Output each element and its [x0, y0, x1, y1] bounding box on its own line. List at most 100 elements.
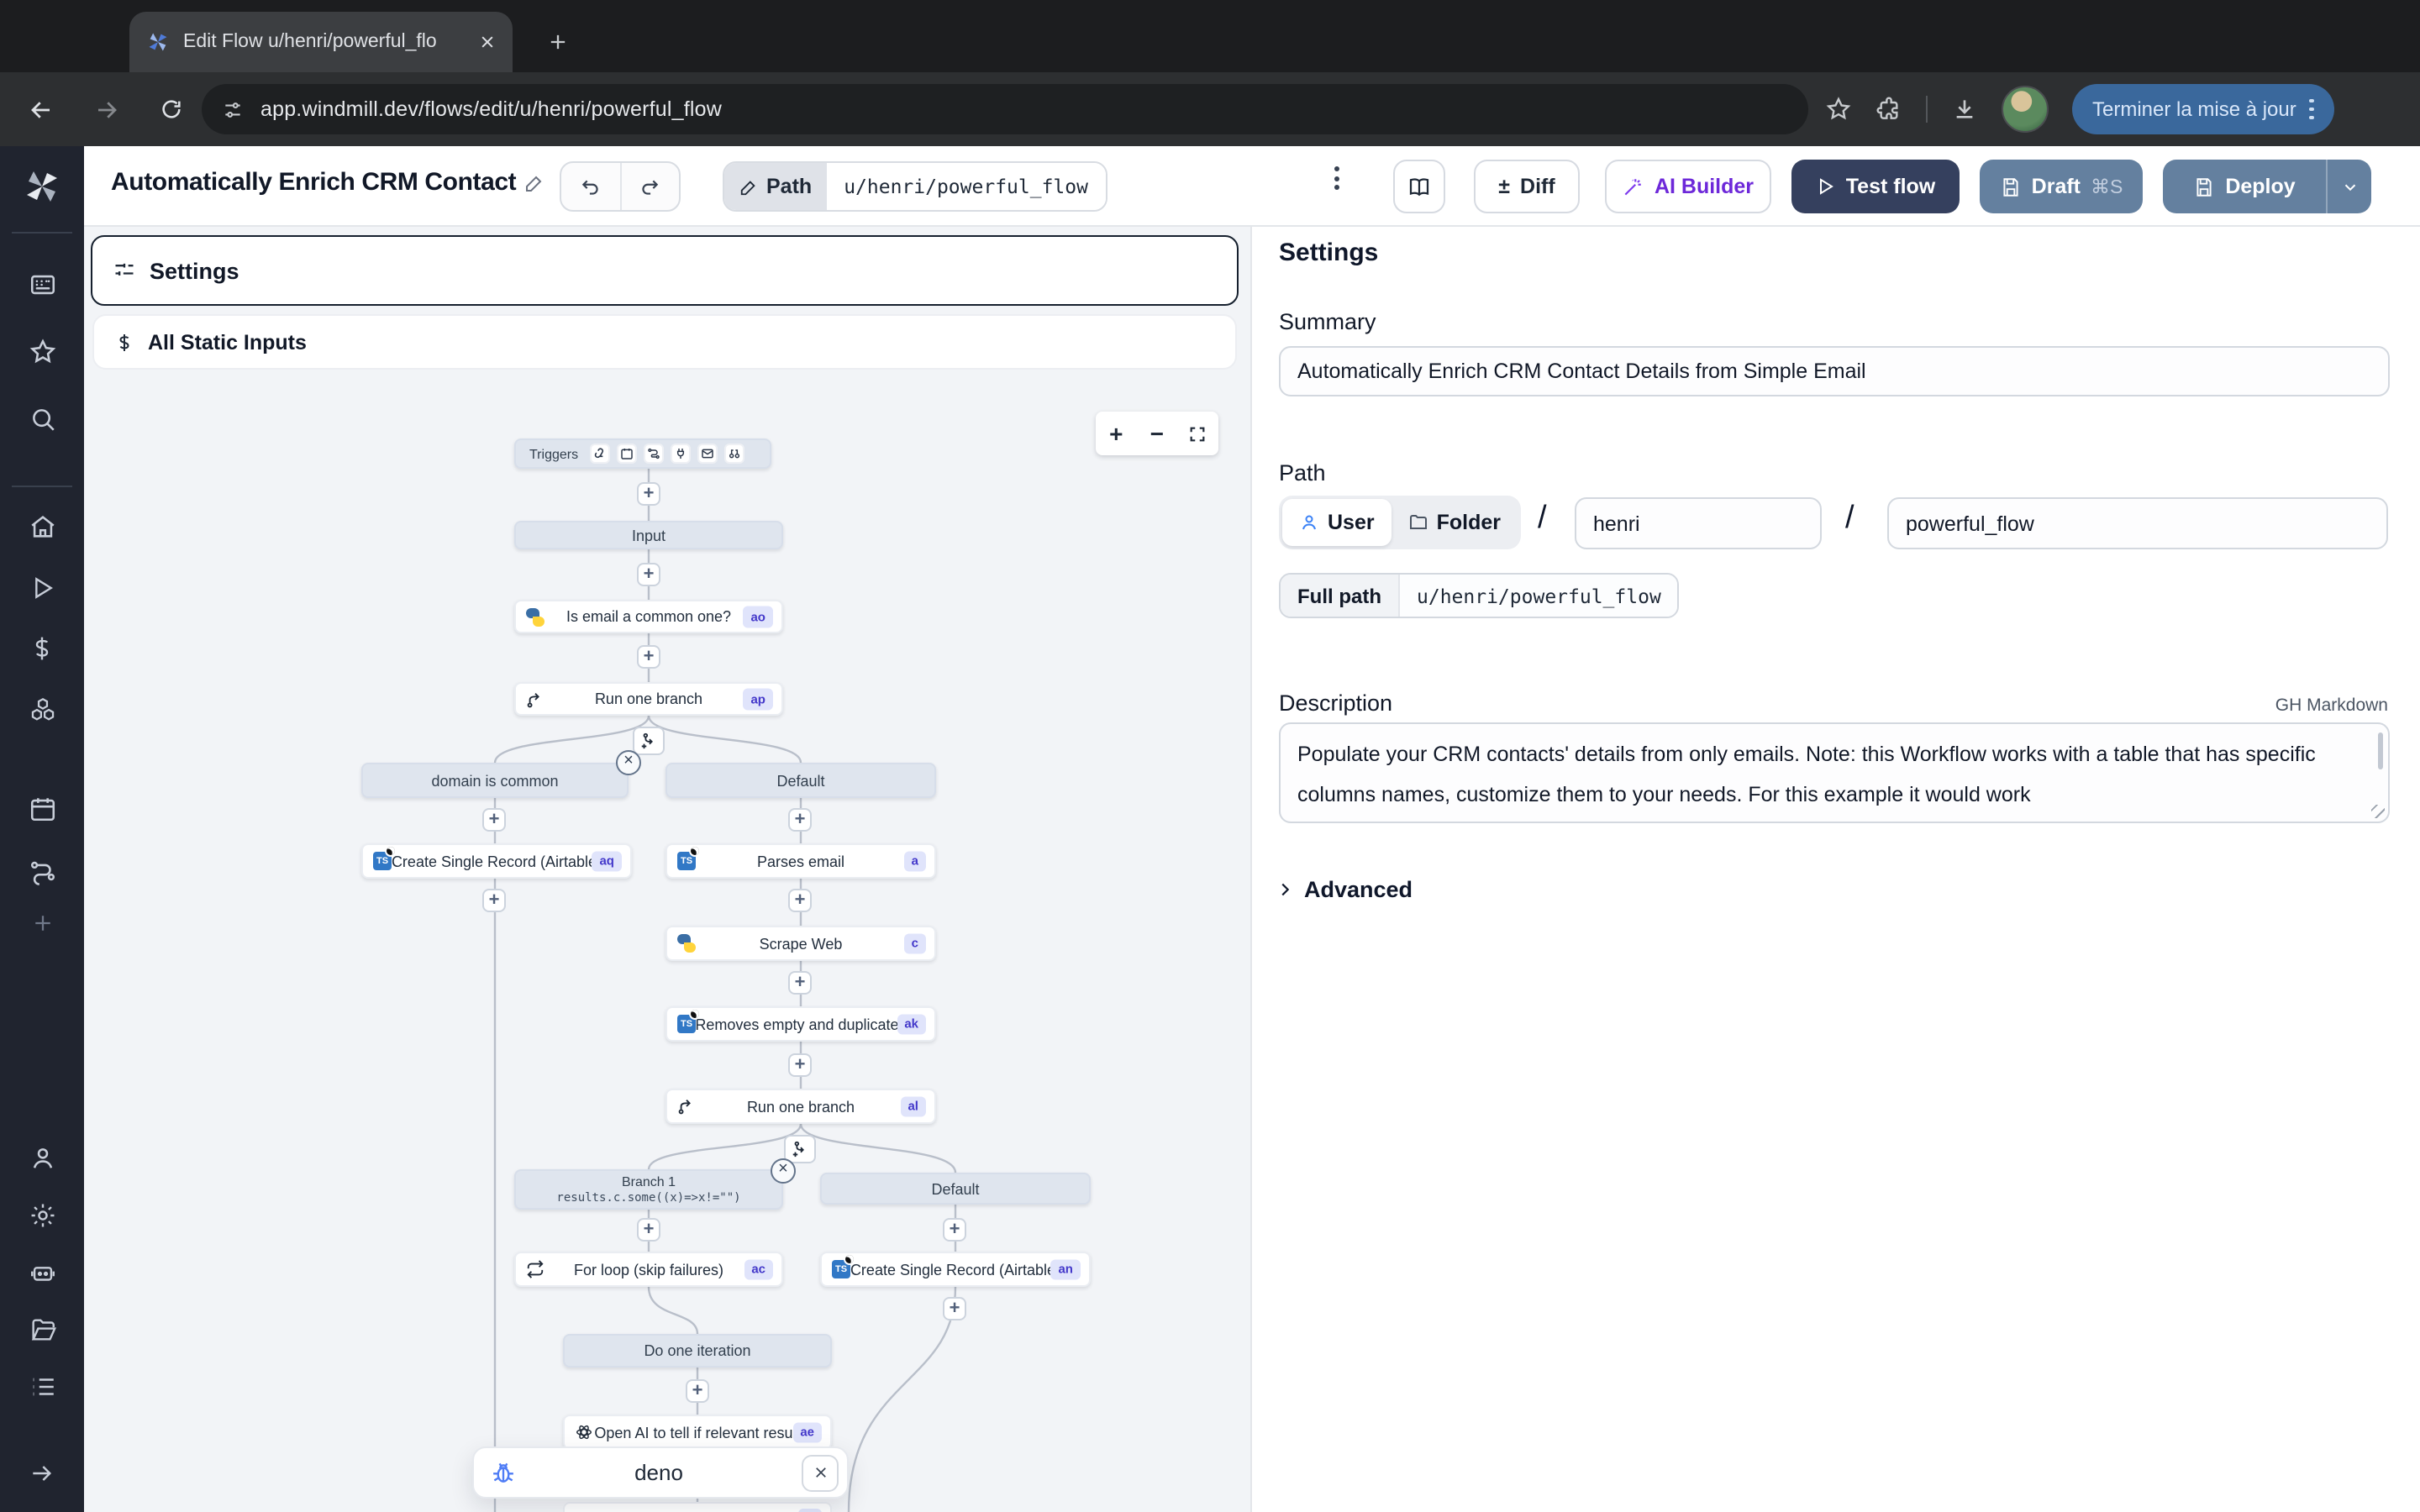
poll-icon[interactable] [724, 444, 744, 464]
resize-handle[interactable] [2371, 805, 2385, 818]
folder-icon [1408, 512, 1428, 533]
zoom-out-button[interactable]: − [1137, 412, 1178, 455]
reload-button[interactable] [146, 84, 197, 134]
fullscreen-button[interactable] [1177, 412, 1218, 455]
test-flow-button[interactable]: Test flow [1791, 160, 1960, 213]
tab-close-icon[interactable] [479, 34, 496, 50]
sidebar-item-logs[interactable] [24, 1368, 60, 1404]
flow-node-is-email-common[interactable]: Is email a common one? ao [514, 600, 783, 633]
folder-toggle-button[interactable]: Folder [1392, 499, 1518, 546]
flow-node-create-single-record-1[interactable]: Create Single Record (Airtable) aq [361, 843, 632, 879]
more-options-button[interactable] [1334, 166, 1339, 190]
owner-input[interactable]: henri [1575, 497, 1822, 549]
flow-node-removes-empty[interactable]: Removes empty and duplicates ak [666, 1006, 936, 1042]
webhook-icon[interactable] [590, 444, 610, 464]
flow-branch-default-2[interactable]: Default [820, 1173, 1091, 1205]
add-step-button[interactable] [482, 889, 506, 912]
add-step-button[interactable] [482, 808, 506, 832]
download-icon[interactable] [1951, 96, 1978, 123]
remove-branch-button[interactable] [616, 750, 641, 775]
add-step-button[interactable] [637, 645, 660, 669]
sidebar-item-runs[interactable] [24, 570, 60, 606]
add-step-button[interactable] [788, 1053, 812, 1077]
sidebar-item-add[interactable] [24, 904, 60, 941]
user-toggle-button[interactable]: User [1282, 499, 1392, 546]
sidebar-item-users[interactable] [24, 1139, 60, 1176]
sidebar-item-resources[interactable] [24, 690, 60, 727]
flow-title[interactable]: Automatically Enrich CRM Contact [111, 168, 544, 197]
flow-node-input[interactable]: Input [514, 521, 783, 549]
add-step-button[interactable] [788, 971, 812, 995]
add-step-button[interactable] [637, 563, 660, 586]
schedule-icon[interactable] [617, 444, 637, 464]
summary-input[interactable]: Automatically Enrich CRM Contact Details… [1279, 346, 2390, 396]
flow-name-input[interactable]: powerful_flow [1887, 497, 2388, 549]
add-step-button[interactable] [686, 1379, 709, 1403]
flow-node-partial[interactable] [563, 1502, 832, 1512]
flow-node-scrape-web[interactable]: Scrape Web c [666, 926, 936, 961]
sidebar-item-workers[interactable] [24, 1253, 60, 1290]
site-settings-icon[interactable] [222, 98, 244, 120]
url-bar[interactable]: app.windmill.dev/flows/edit/u/henri/powe… [202, 84, 1808, 134]
sidebar-item-favorites[interactable] [24, 333, 60, 370]
flow-node-triggers[interactable]: Triggers [514, 438, 771, 469]
add-step-button[interactable] [637, 482, 660, 506]
add-step-button[interactable] [788, 808, 812, 832]
flow-branch-domain-is-common[interactable]: domain is common [361, 763, 629, 798]
add-step-button[interactable] [943, 1218, 966, 1242]
sidebar-item-home[interactable] [24, 507, 60, 544]
flow-node-run-one-branch-2[interactable]: Run one branch al [666, 1089, 936, 1124]
scrollbar-thumb[interactable] [2377, 732, 2383, 769]
back-button[interactable] [15, 84, 66, 134]
sidebar-item-schedules[interactable] [24, 790, 60, 827]
windmill-logo[interactable] [22, 166, 62, 207]
flow-node-do-one-iteration[interactable]: Do one iteration [563, 1334, 832, 1368]
add-branch-button[interactable] [633, 727, 665, 755]
sidebar-item-folders[interactable] [24, 1310, 60, 1347]
new-tab-button[interactable] [538, 22, 578, 62]
path-chip[interactable]: Path u/henri/powerful_flow [723, 161, 1107, 212]
forward-button[interactable] [81, 84, 131, 134]
flow-branch-default-1[interactable]: Default [666, 763, 936, 798]
websocket-icon[interactable] [671, 444, 691, 464]
remove-branch-button[interactable] [771, 1158, 796, 1184]
email-icon[interactable] [697, 444, 718, 464]
flow-node-openai-relevance[interactable]: Open AI to tell if relevant result ae [563, 1415, 832, 1450]
browser-menu-icon[interactable] [2310, 99, 2314, 120]
flow-settings-tab[interactable]: Settings [91, 235, 1239, 306]
bookmark-star-icon[interactable] [1825, 96, 1852, 123]
flow-branch-1[interactable]: Branch 1 results.c.some((x)=>x!="") [514, 1169, 783, 1210]
deploy-dropdown-button[interactable] [2328, 177, 2371, 196]
description-textarea[interactable]: Populate your CRM contacts' details from… [1279, 722, 2390, 823]
profile-avatar[interactable] [2002, 86, 2049, 133]
docs-button[interactable] [1393, 160, 1445, 213]
sidebar-item-flows[interactable] [24, 852, 60, 889]
route-icon[interactable] [644, 444, 664, 464]
add-step-button[interactable] [637, 1218, 660, 1242]
undo-button[interactable] [561, 163, 619, 210]
sidebar-item-settings[interactable] [24, 1196, 60, 1233]
extensions-icon[interactable] [1876, 96, 1902, 123]
redo-button[interactable] [619, 163, 679, 210]
zoom-in-button[interactable]: + [1096, 412, 1137, 455]
sidebar-item-search[interactable] [24, 400, 60, 437]
close-button[interactable] [802, 1454, 839, 1491]
ai-builder-button[interactable]: AI Builder [1605, 160, 1771, 213]
flow-node-create-single-record-2[interactable]: Create Single Record (Airtable) an [820, 1252, 1091, 1287]
add-step-button[interactable] [943, 1297, 966, 1320]
flow-node-parses-email[interactable]: Parses email a [666, 843, 936, 879]
advanced-section-toggle[interactable]: Advanced [1276, 877, 1413, 902]
sidebar-item-workspace[interactable] [24, 265, 60, 302]
diff-button[interactable]: ± Diff [1474, 160, 1580, 213]
deploy-button[interactable]: Deploy [2163, 160, 2371, 213]
all-static-inputs-tab[interactable]: All Static Inputs [92, 314, 1237, 370]
browser-tab[interactable]: Edit Flow u/henri/powerful_flo [129, 12, 513, 72]
flow-node-run-one-branch-1[interactable]: Run one branch ap [514, 682, 783, 716]
path-chip-value[interactable]: u/henri/powerful_flow [827, 163, 1105, 210]
flow-node-for-loop[interactable]: For loop (skip failures) ac [514, 1252, 783, 1287]
draft-button[interactable]: Draft ⌘S [1980, 160, 2143, 213]
sidebar-item-variables[interactable] [24, 630, 60, 667]
browser-update-button[interactable]: Terminer la mise à jour [2072, 84, 2334, 134]
add-step-button[interactable] [788, 889, 812, 912]
sidebar-expand-button[interactable] [24, 1455, 60, 1492]
